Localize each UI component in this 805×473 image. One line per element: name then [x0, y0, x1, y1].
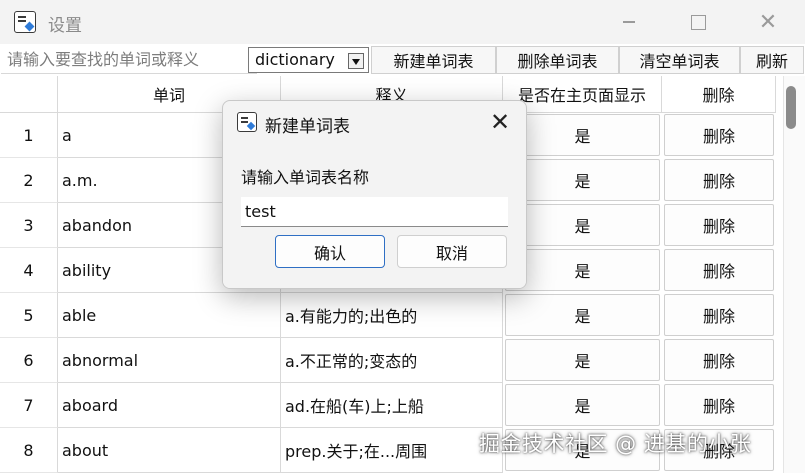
- close-icon: ✕: [758, 9, 778, 35]
- show-on-main-button[interactable]: 是: [505, 294, 660, 336]
- show-on-main-button[interactable]: 是: [505, 249, 660, 291]
- title-bar: 设置 ✕: [0, 0, 805, 44]
- row-number: 5: [0, 293, 58, 338]
- show-on-main-button[interactable]: 是: [505, 204, 660, 246]
- dialog-prompt: 请输入单词表名称: [241, 168, 370, 187]
- minimize-button[interactable]: [594, 0, 664, 44]
- meaning-cell[interactable]: a.不正常的;变态的: [281, 338, 503, 383]
- row-number: 1: [0, 113, 58, 158]
- delete-row-button[interactable]: 删除: [664, 339, 774, 381]
- row-number: 7: [0, 383, 58, 428]
- row-number: 2: [0, 158, 58, 203]
- cancel-button[interactable]: 取消: [397, 235, 507, 268]
- maximize-icon: [690, 14, 706, 30]
- delete-row-button[interactable]: 删除: [664, 159, 774, 201]
- row-number: 8: [0, 428, 58, 473]
- delete-row-button[interactable]: 删除: [664, 114, 774, 156]
- dropdown-arrow-icon[interactable]: [348, 53, 364, 69]
- row-number: 3: [0, 203, 58, 248]
- show-on-main-button[interactable]: 是: [505, 159, 660, 201]
- show-on-main-button[interactable]: 是: [505, 114, 660, 156]
- new-table-button[interactable]: 新建单词表: [371, 46, 496, 74]
- toolbar: dictionary 新建单词表 删除单词表 清空单词表 刷新: [0, 45, 805, 75]
- corner-header: [0, 76, 58, 113]
- delete-row-button[interactable]: 删除: [664, 249, 774, 291]
- watermark: 掘金技术社区 @ 进基的小张: [479, 432, 752, 456]
- confirm-button[interactable]: 确认: [275, 235, 385, 268]
- word-cell[interactable]: aboard: [58, 383, 281, 428]
- dictionary-select[interactable]: dictionary: [248, 47, 369, 73]
- dialog-body: 请输入单词表名称 确认 取消: [223, 144, 526, 288]
- notepad-icon: [14, 11, 36, 33]
- clear-table-button[interactable]: 清空单词表: [619, 46, 740, 74]
- header-delete: 删除: [662, 76, 776, 113]
- close-button[interactable]: ✕: [733, 0, 803, 44]
- new-table-dialog: 新建单词表 ✕ 请输入单词表名称 确认 取消: [222, 100, 527, 289]
- window-title: 设置: [48, 16, 82, 36]
- table-name-input[interactable]: [241, 197, 508, 227]
- dictionary-select-value: dictionary: [255, 50, 335, 69]
- notepad-icon: [237, 112, 257, 132]
- row-number: 4: [0, 248, 58, 293]
- scrollbar-thumb[interactable]: [786, 86, 796, 129]
- close-icon: ✕: [489, 108, 511, 136]
- delete-row-button[interactable]: 删除: [664, 204, 774, 246]
- meaning-cell[interactable]: a.有能力的;出色的: [281, 293, 503, 338]
- show-on-main-button[interactable]: 是: [505, 384, 660, 426]
- delete-row-button[interactable]: 删除: [664, 384, 774, 426]
- row-number: 6: [0, 338, 58, 383]
- word-cell[interactable]: abnormal: [58, 338, 281, 383]
- vertical-scrollbar[interactable]: [783, 76, 805, 473]
- minimize-icon: [623, 21, 635, 23]
- word-cell[interactable]: about: [58, 428, 281, 473]
- maximize-button[interactable]: [663, 0, 733, 44]
- meaning-cell[interactable]: prep.关于;在...周围: [281, 428, 503, 473]
- word-cell[interactable]: able: [58, 293, 281, 338]
- meaning-cell[interactable]: ad.在船(车)上;上船: [281, 383, 503, 428]
- search-input[interactable]: [1, 46, 257, 74]
- delete-row-button[interactable]: 删除: [664, 294, 774, 336]
- dialog-close-button[interactable]: ✕: [485, 107, 515, 137]
- show-on-main-button[interactable]: 是: [505, 339, 660, 381]
- delete-table-button[interactable]: 删除单词表: [496, 46, 619, 74]
- dialog-title: 新建单词表: [265, 117, 350, 137]
- refresh-button[interactable]: 刷新: [740, 46, 804, 74]
